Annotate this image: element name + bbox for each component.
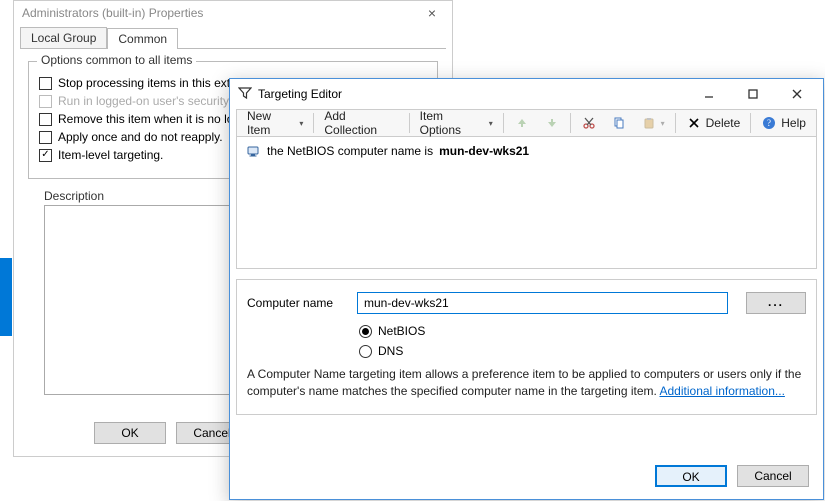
- chk-remove-when-not-applied[interactable]: [39, 113, 52, 126]
- radio-dns[interactable]: [359, 345, 372, 358]
- move-up-button[interactable]: [508, 112, 536, 134]
- separator: [409, 113, 410, 133]
- check-icon: ✓: [41, 150, 49, 160]
- chk-item-level-targeting[interactable]: ✓: [39, 149, 52, 162]
- radio-netbios-label: NetBIOS: [378, 324, 425, 338]
- close-button[interactable]: [775, 80, 819, 108]
- copy-icon: [611, 115, 627, 131]
- rule-text-prefix: the NetBIOS computer name is: [267, 144, 433, 158]
- item-options-button[interactable]: Item Options ▾: [414, 112, 499, 134]
- add-collection-label: Add Collection: [324, 109, 398, 137]
- properties-close-button[interactable]: ×: [418, 1, 446, 25]
- delete-label: Delete: [706, 116, 741, 130]
- separator: [503, 113, 504, 133]
- new-item-button[interactable]: New Item ▾: [241, 112, 309, 134]
- browse-button[interactable]: ...: [746, 292, 806, 314]
- cut-button[interactable]: [575, 112, 603, 134]
- details-panel: Computer name ... NetBIOS DNS A Computer…: [236, 279, 817, 415]
- ok-button[interactable]: OK: [655, 465, 727, 487]
- radio-netbios[interactable]: [359, 325, 372, 338]
- help-text: A Computer Name targeting item allows a …: [247, 366, 806, 400]
- properties-ok-button[interactable]: OK: [94, 422, 166, 444]
- dialog-title: Targeting Editor: [258, 87, 687, 101]
- cancel-button[interactable]: Cancel: [737, 465, 809, 487]
- arrow-up-icon: [514, 115, 530, 131]
- maximize-button[interactable]: [731, 80, 775, 108]
- arrow-down-icon: [544, 115, 560, 131]
- tab-local-group[interactable]: Local Group: [20, 27, 107, 48]
- chevron-down-icon: ▾: [661, 119, 665, 128]
- computer-icon: [245, 143, 261, 159]
- add-collection-button[interactable]: Add Collection: [318, 112, 404, 134]
- separator: [675, 113, 676, 133]
- computer-name-label: Computer name: [247, 296, 347, 310]
- item-options-label: Item Options: [420, 109, 485, 137]
- help-icon: ?: [761, 115, 777, 131]
- copy-button[interactable]: [605, 112, 633, 134]
- delete-icon: [686, 115, 702, 131]
- help-label: Help: [781, 116, 806, 130]
- tabs: Local GroupCommon: [20, 27, 446, 49]
- chevron-down-icon: ▾: [299, 119, 303, 128]
- additional-info-link[interactable]: Additional information...: [660, 384, 785, 398]
- chk-stop-processing[interactable]: [39, 77, 52, 90]
- lbl-item-level-targeting: Item-level targeting.: [58, 148, 163, 162]
- options-legend: Options common to all items: [37, 53, 196, 67]
- lbl-apply-once: Apply once and do not reapply.: [58, 130, 223, 144]
- separator: [750, 113, 751, 133]
- toolbar: New Item ▾ Add Collection Item Options ▾: [236, 109, 817, 137]
- separator: [313, 113, 314, 133]
- svg-text:?: ?: [767, 118, 771, 128]
- computer-name-input[interactable]: [357, 292, 728, 314]
- radio-dns-label: DNS: [378, 344, 403, 358]
- side-accent: [0, 258, 12, 336]
- tab-common[interactable]: Common: [107, 28, 178, 49]
- chk-apply-once[interactable]: [39, 131, 52, 144]
- minimize-button[interactable]: [687, 80, 731, 108]
- new-item-label: New Item: [247, 109, 295, 137]
- paste-icon: [641, 115, 657, 131]
- funnel-icon: [238, 86, 252, 103]
- delete-button[interactable]: Delete: [680, 112, 747, 134]
- properties-title: Administrators (built-in) Properties: [14, 1, 452, 25]
- targeting-editor-dialog: Targeting Editor New Item ▾ Add Collecti…: [229, 78, 824, 500]
- chk-run-in-user-context: [39, 95, 52, 108]
- rule-text-value: mun-dev-wks21: [439, 144, 529, 158]
- move-down-button[interactable]: [538, 112, 566, 134]
- rule-item[interactable]: the NetBIOS computer name is mun-dev-wks…: [245, 143, 808, 159]
- paste-button[interactable]: ▾: [635, 112, 671, 134]
- rules-list[interactable]: the NetBIOS computer name is mun-dev-wks…: [236, 137, 817, 269]
- chevron-down-icon: ▾: [489, 119, 493, 128]
- help-button[interactable]: ? Help: [755, 112, 812, 134]
- separator: [570, 113, 571, 133]
- titlebar: Targeting Editor: [230, 79, 823, 109]
- scissors-icon: [581, 115, 597, 131]
